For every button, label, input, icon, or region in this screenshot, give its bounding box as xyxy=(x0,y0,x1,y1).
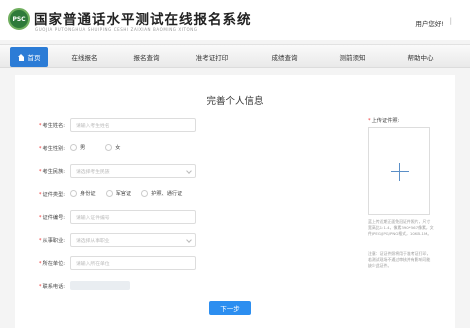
id-type-passport-label[interactable]: 护照、通行证 xyxy=(151,190,182,197)
id-number-label: *证件编号: xyxy=(38,215,65,221)
chevron-down-icon xyxy=(186,237,192,243)
nav-test-notice[interactable]: 测前须知 xyxy=(330,45,375,68)
id-type-officer-radio[interactable] xyxy=(105,190,113,197)
gender-male-label[interactable]: 男 xyxy=(80,144,85,151)
ethnicity-select[interactable]: 请选择考生民族 xyxy=(70,164,196,178)
id-type-officer-label[interactable]: 军官证 xyxy=(116,190,132,197)
nav-home[interactable]: 首页 xyxy=(10,47,48,67)
next-step-button[interactable]: 下一步 xyxy=(209,301,251,315)
employer-label: *所在单位: xyxy=(38,261,65,267)
header-separator: | xyxy=(449,17,452,25)
upload-hint-notice: 注意：证证件照将用于准考证打印，若测试现场不通过审核并有影响可能缺少此证件。 xyxy=(368,251,431,268)
nav-admission-ticket-print[interactable]: 准考证打印 xyxy=(186,45,238,68)
psc-logo[interactable]: PSC xyxy=(8,8,30,30)
upload-photo-label: *上传证件照: xyxy=(368,118,400,124)
gender-label: *考生性别: xyxy=(38,146,65,152)
site-subtitle: GUOJIA PUTONGHUA SHUIPING CESHI ZAIXIAN … xyxy=(35,27,198,32)
employer-input[interactable]: 请输入所在单位 xyxy=(70,256,196,270)
occupation-select[interactable]: 请选择从事职业 xyxy=(70,233,196,247)
site-title: 国家普通话水平测试在线报名系统 xyxy=(34,12,252,28)
chevron-down-icon xyxy=(186,168,192,174)
id-type-passport-radio[interactable] xyxy=(141,190,149,197)
id-type-idcard-label[interactable]: 身份证 xyxy=(80,190,96,197)
nav-home-label: 首页 xyxy=(27,54,41,62)
id-type-radio-group: 身份证 军官证 护照、通行证 xyxy=(70,190,192,197)
nav-help-center[interactable]: 帮助中心 xyxy=(398,45,443,68)
name-input[interactable]: 请输入考生姓名 xyxy=(70,118,196,132)
gender-radio-group: 男 女 xyxy=(70,144,140,151)
phone-label: *联系电话: xyxy=(38,284,65,290)
phone-value-masked xyxy=(70,281,130,290)
id-type-idcard-radio[interactable] xyxy=(70,190,77,197)
id-number-input[interactable]: 请输入证件编号 xyxy=(70,210,196,224)
nav-registration-query[interactable]: 报名查询 xyxy=(124,45,169,68)
header: PSC 国家普通话水平测试在线报名系统 GUOJIA PUTONGHUA SHU… xyxy=(0,0,470,40)
main-nav: 首页 在线报名 报名查询 准考证打印 成绩查询 测前须知 帮助中心 xyxy=(0,44,470,68)
gender-female-label[interactable]: 女 xyxy=(115,144,120,151)
name-label: *考生姓名: xyxy=(38,123,65,129)
ethnicity-label: *考生民族: xyxy=(38,169,65,175)
photo-upload-box[interactable] xyxy=(368,127,430,215)
plus-icon xyxy=(391,171,409,172)
id-type-label: *证件类型: xyxy=(38,192,65,198)
profile-form-card: 完善个人信息 *考生姓名: 请输入考生姓名 *考生性别: 男 女 *考生民族: … xyxy=(15,75,455,328)
home-icon xyxy=(17,53,25,61)
nav-online-registration[interactable]: 在线报名 xyxy=(62,45,107,68)
gender-female-radio[interactable] xyxy=(105,144,113,151)
gender-male-radio[interactable] xyxy=(70,144,77,151)
plus-icon-vertical xyxy=(399,163,400,181)
nav-score-query[interactable]: 成绩查询 xyxy=(262,45,307,68)
occupation-label: *从事职业: xyxy=(38,238,65,244)
user-greeting[interactable]: 用户您好! xyxy=(415,18,444,28)
upload-hint-requirements: 蓝上传近期正面免冠证件照片，尺寸宽高比1:1.4，像素390*567像素，文件J… xyxy=(368,219,434,236)
form-title: 完善个人信息 xyxy=(206,96,264,107)
